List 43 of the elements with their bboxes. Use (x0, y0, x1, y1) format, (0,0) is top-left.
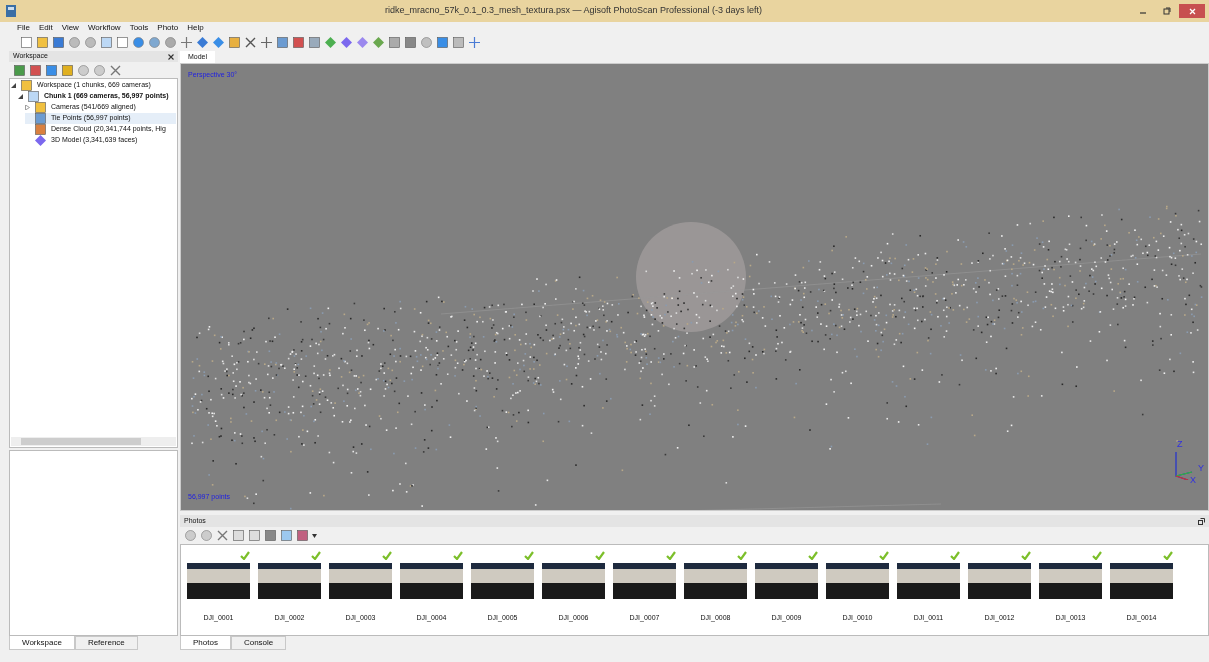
menu-item[interactable]: Photo (157, 22, 179, 34)
photo-thumbnail[interactable] (542, 563, 605, 599)
photo-thumbnail[interactable] (613, 563, 676, 599)
tab[interactable]: Reference (74, 636, 138, 650)
menu-item[interactable]: Tools (129, 22, 149, 34)
expander-icon[interactable] (18, 94, 23, 99)
menu-item[interactable]: View (61, 22, 79, 34)
photo-thumbnail[interactable] (187, 563, 250, 599)
expander-icon[interactable] (11, 83, 16, 88)
remove-icon[interactable] (216, 529, 229, 542)
photo-thumbnail[interactable] (258, 563, 321, 599)
photo-thumbnail[interactable] (400, 563, 463, 599)
photo-thumbnail[interactable] (329, 563, 392, 599)
caret-icon[interactable] (312, 533, 317, 538)
window-title: ridke_mracno_57k_0.1_0.3_mesh_textura.psx — Agisoft PhotoScan Professional (-3 days left) (383, 4, 764, 18)
app-icon (6, 5, 16, 17)
close-icon[interactable] (168, 53, 174, 60)
crosshair-icon[interactable] (180, 36, 193, 49)
menu-item[interactable]: Edit (38, 22, 53, 34)
photo-thumbnail[interactable] (1039, 563, 1102, 599)
tab[interactable]: Console (230, 636, 287, 650)
photo-thumbnail[interactable] (826, 563, 889, 599)
photo-thumbnail[interactable] (897, 563, 960, 599)
remove-icon[interactable] (109, 63, 122, 77)
axis-label: Y (1198, 462, 1204, 475)
float-icon[interactable] (1198, 517, 1205, 525)
tab[interactable]: Photos (180, 636, 231, 650)
menu-item[interactable]: Help (187, 22, 204, 34)
photo-thumbnail[interactable] (968, 563, 1031, 599)
photo-thumbnail[interactable] (684, 563, 747, 599)
photo-thumbnail[interactable] (471, 563, 534, 599)
photo-thumbnail[interactable] (1110, 563, 1173, 599)
close-button[interactable] (1179, 4, 1205, 18)
close-icon (1188, 7, 1196, 15)
menu-item[interactable]: File (17, 22, 30, 34)
tab[interactable]: Workspace (9, 636, 75, 650)
photo-thumbnail[interactable] (755, 563, 818, 599)
axis-label: X (1190, 474, 1196, 487)
horizontal-scrollbar[interactable] (11, 437, 176, 446)
restore-button[interactable] (1163, 7, 1171, 15)
axis-label: Z (1177, 438, 1183, 451)
delete-icon[interactable] (244, 36, 257, 49)
menu-item[interactable]: Workflow (87, 22, 121, 34)
